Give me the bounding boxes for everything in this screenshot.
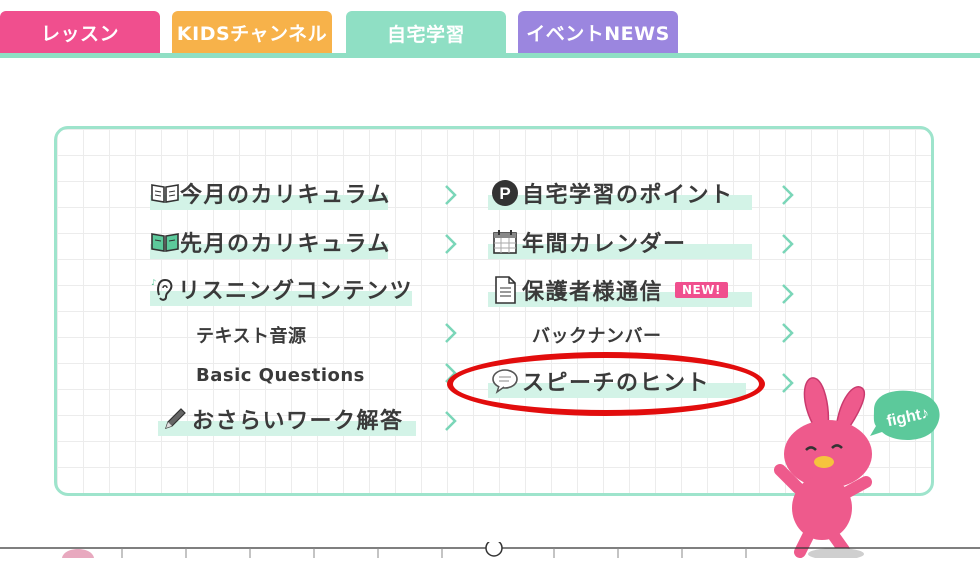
menu-item-review-work-answers[interactable]: おさらいワーク解答 [158,402,416,436]
menu-item-basic-questions[interactable]: Basic Questions [196,358,396,392]
new-badge: NEW! [675,282,728,298]
menu-item-label: リスニングコンテンツ [178,279,414,304]
chevron-right-icon[interactable] [779,182,797,208]
rabbit-mascot: fight♪ [770,370,980,560]
menu-item-label: 先月のカリキュラム [180,232,391,257]
pencil-icon [158,404,192,434]
tab-event-news[interactable]: イベントNEWS [518,11,678,53]
tab-kids-channel[interactable]: KIDSチャンネル [172,11,332,53]
menu-item-label: スピーチのヒント [522,371,711,396]
tab-lesson-label: レッスン [40,22,119,45]
menu-item-home-study-points[interactable]: P 自宅学習のポイント [488,176,752,210]
tab-underline [0,53,980,58]
menu-item-label: 自宅学習のポイント [522,183,734,208]
ear-icon: ♪ [150,274,178,304]
speech-bubble-icon [488,366,522,396]
svg-text:♪: ♪ [151,278,156,287]
menu-item-speech-hints[interactable]: スピーチのヒント [488,364,746,398]
bottom-timeline [0,539,980,558]
menu-item-back-numbers[interactable]: バックナンバー [532,318,732,352]
menu-item-label: 保護者様通信 [522,280,664,305]
chevron-right-icon[interactable] [442,182,460,208]
chevron-right-icon[interactable] [779,320,797,346]
tab-home-study[interactable]: 自宅学習 [346,11,506,56]
green-book-icon [150,227,180,257]
tab-event-news-label: イベントNEWS [526,22,670,45]
menu-item-label: 年間カレンダー [522,232,687,257]
chevron-right-icon[interactable] [779,281,797,307]
menu-item-text-audio[interactable]: テキスト音源 [196,318,396,352]
menu-item-label: おさらいワーク解答 [192,409,404,434]
tab-lesson[interactable]: レッスン [0,11,160,53]
menu-item-label: バックナンバー [532,326,662,347]
chevron-right-icon[interactable] [442,320,460,346]
menu-item-last-month-curriculum[interactable]: 先月のカリキュラム [150,225,391,259]
menu-item-label: テキスト音源 [196,326,307,347]
menu-item-annual-calendar[interactable]: 年間カレンダー [488,225,752,259]
open-book-icon [150,178,180,208]
menu-item-label: Basic Questions [196,364,365,386]
svg-text:P: P [499,184,510,203]
menu-item-label: 今月のカリキュラム [180,183,391,208]
p-circle-icon: P [488,178,522,208]
calendar-icon [488,227,522,257]
chevron-right-icon[interactable] [779,231,797,257]
menu-item-this-month-curriculum[interactable]: 今月のカリキュラム [150,176,391,210]
chevron-right-icon[interactable] [442,231,460,257]
tab-home-study-label: 自宅学習 [386,24,465,46]
menu-item-parent-newsletter[interactable]: 保護者様通信 NEW! [488,273,752,307]
tab-kids-channel-label: KIDSチャンネル [176,22,328,45]
chevron-right-icon[interactable] [442,360,460,386]
chevron-right-icon[interactable] [442,408,460,434]
menu-item-listening-contents[interactable]: ♪ リスニングコンテンツ [150,272,412,306]
main-nav-tabs: レッスン KIDSチャンネル 自宅学習 イベントNEWS [0,0,980,62]
document-icon [488,275,522,305]
